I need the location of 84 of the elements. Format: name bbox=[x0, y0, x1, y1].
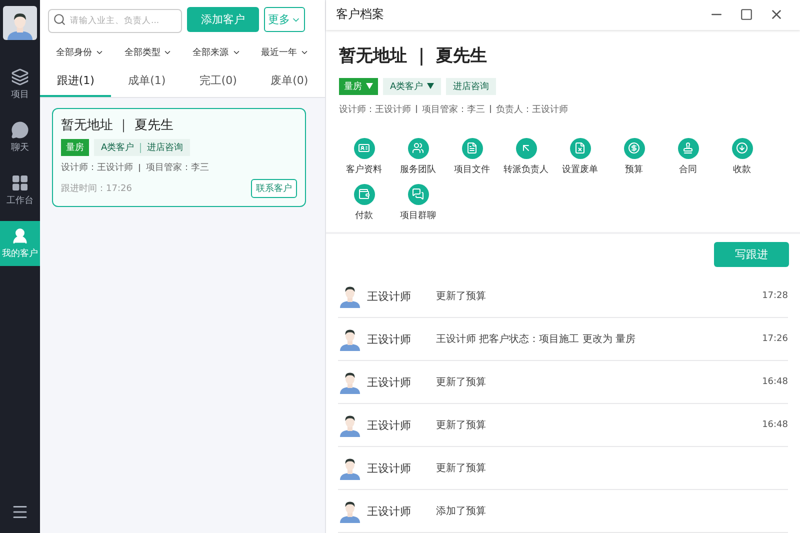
manager-text: 项目管家：李三 bbox=[146, 162, 209, 174]
sidebar-label: 工作台 bbox=[6, 194, 34, 207]
record-time: 16:48 bbox=[762, 420, 788, 430]
sidebar-item[interactable]: 项目 bbox=[0, 62, 40, 107]
filter-dropdown[interactable]: 全部身份 bbox=[56, 46, 104, 59]
action-button[interactable]: 设置废单 bbox=[553, 138, 607, 176]
action-button[interactable]: 合同 bbox=[661, 138, 715, 176]
sidebar-label: 聊天 bbox=[11, 142, 29, 154]
card-title: 暂无地址 ｜ 夏先生 bbox=[61, 117, 174, 134]
user-name: 王设计师 bbox=[367, 288, 411, 304]
filter-dropdown[interactable]: 最近一年 bbox=[260, 46, 309, 59]
action-button[interactable]: 付款 bbox=[337, 184, 391, 222]
dollar-icon bbox=[624, 138, 644, 159]
record-text: 添加了预算 bbox=[436, 504, 487, 518]
document-icon bbox=[462, 138, 482, 159]
user-name: 王设计师 bbox=[367, 332, 411, 346]
action-button[interactable]: 项目群聊 bbox=[391, 184, 445, 222]
person-icon bbox=[338, 284, 362, 308]
record-text: 王设计师 把客户状态：项目施工 更改为 量房 bbox=[436, 332, 637, 346]
action-button[interactable]: 收款 bbox=[715, 138, 769, 176]
user-avatar[interactable] bbox=[3, 6, 37, 40]
layers-icon bbox=[11, 68, 29, 86]
user-name: 王设计师 bbox=[367, 418, 411, 432]
user-name: 王设计师 bbox=[367, 504, 411, 518]
sidebar-item[interactable]: 聊天 bbox=[0, 115, 40, 160]
category-tag: 进店咨询 bbox=[446, 78, 496, 95]
record-time: 16:48 bbox=[762, 377, 788, 387]
filter-dropdown[interactable]: 全部来源 bbox=[192, 46, 241, 59]
action-button[interactable]: 服务团队 bbox=[391, 138, 445, 176]
record-time: 17:26 bbox=[762, 334, 788, 344]
tab[interactable]: 成单(1) bbox=[111, 67, 182, 97]
customer-heading: 暂无地址 ｜ 夏先生 bbox=[339, 44, 488, 67]
person-icon bbox=[338, 327, 362, 351]
record-text: 更新了预算 bbox=[436, 290, 487, 303]
chat-icon bbox=[11, 121, 29, 139]
menu-icon[interactable] bbox=[11, 503, 29, 521]
person-icon bbox=[11, 227, 29, 245]
filter-dropdown[interactable]: 全部类型 bbox=[124, 46, 172, 59]
follow-time: 跟进时间：17:26 bbox=[61, 182, 132, 195]
action-button[interactable]: 转派负责人 bbox=[499, 138, 553, 176]
contact-button[interactable]: 联系客户 bbox=[251, 179, 297, 198]
tag-label: 进店咨询 bbox=[147, 142, 184, 154]
id-card-icon bbox=[354, 138, 374, 159]
chevron-icon bbox=[95, 48, 104, 57]
maximize-icon[interactable] bbox=[740, 8, 753, 22]
chevron-icon bbox=[300, 48, 309, 57]
person-icon bbox=[338, 499, 362, 523]
file-x-icon bbox=[570, 138, 590, 159]
wallet-icon bbox=[354, 184, 374, 205]
record-text: 更新了预算 bbox=[436, 418, 487, 432]
person-icon bbox=[338, 413, 362, 437]
person-icon bbox=[338, 370, 362, 394]
search-field[interactable]: 请输入业主、负责人... bbox=[48, 8, 182, 32]
sidebar-item[interactable]: 工作台 bbox=[0, 168, 40, 213]
action-button[interactable]: 预算 bbox=[607, 138, 661, 176]
record-text: 更新了预算 bbox=[436, 376, 487, 389]
grid-icon bbox=[11, 174, 29, 192]
user-name: 王设计师 bbox=[367, 460, 411, 476]
chevron-icon bbox=[163, 48, 172, 57]
stamp-icon bbox=[678, 138, 698, 159]
info-text: 负责人：王设计师 bbox=[496, 104, 568, 116]
customer-card[interactable]: 暂无地址 ｜ 夏先生 量房 A类客户 进店咨询 设计师：王设计师 项目管家：李三 跟进时间：17:26 联系客户 bbox=[52, 108, 306, 207]
tab[interactable]: 完工(0) bbox=[182, 67, 254, 97]
sidebar-label: 我的客户 bbox=[2, 248, 38, 260]
sidebar-label: 项目 bbox=[11, 89, 29, 101]
tab[interactable]: 跟进(1) bbox=[40, 67, 112, 97]
action-button[interactable]: 客户资料 bbox=[337, 138, 391, 176]
status-tag: 量房 bbox=[61, 139, 89, 156]
record-text: 更新了预算 bbox=[436, 462, 487, 475]
user-name: 王设计师 bbox=[367, 374, 411, 390]
info-text: 项目管家：李三 bbox=[422, 104, 485, 116]
people-icon bbox=[408, 138, 428, 159]
chevron-icon bbox=[232, 48, 241, 57]
category-tag[interactable]: A类客户 bbox=[383, 78, 442, 95]
tag-label: A类客户 bbox=[101, 142, 134, 154]
download-icon bbox=[732, 138, 752, 159]
action-button[interactable]: 项目文件 bbox=[445, 138, 499, 176]
tab[interactable]: 废单(0) bbox=[254, 67, 325, 97]
chat-icon bbox=[408, 184, 428, 205]
designer-text: 设计师：王设计师 bbox=[61, 162, 133, 174]
info-text: 设计师：王设计师 bbox=[339, 104, 411, 116]
window-title: 客户档案 bbox=[336, 6, 384, 24]
person-icon bbox=[338, 456, 362, 480]
record-time: 17:28 bbox=[762, 291, 788, 301]
